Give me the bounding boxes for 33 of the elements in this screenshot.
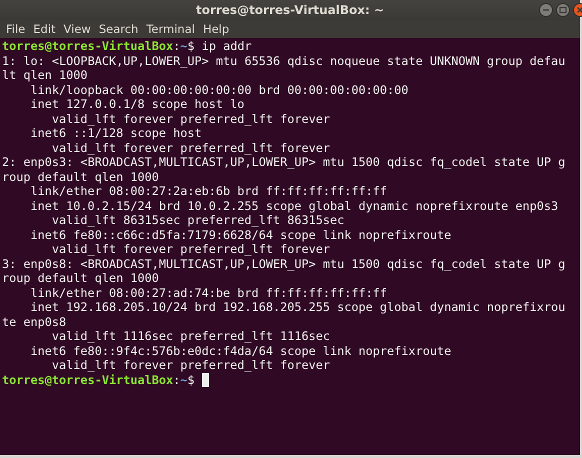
output-line: valid_lft 86315sec preferred_lft 86315sec	[50, 213, 344, 228]
output-line: te enp0s8	[2, 314, 66, 329]
menu-item[interactable]: Search	[94, 22, 142, 36]
output-line: 3: enp0s8: <BROADCAST,MULTICAST,UP,LOWER_UP> mtu 1500 qdisc fq_codel state UP g	[2, 256, 566, 271]
prompt-line: torres@torres-VirtualBox:~$	[2, 372, 195, 387]
output-line: valid_lft forever preferred_lft forever	[50, 112, 330, 126]
output-line: valid_lft 1116sec preferred_lft 1116sec	[50, 329, 330, 344]
output-line: 2: enp0s3: <BROADCAST,MULTICAST,UP,LOWER_UP> mtu 1500 qdisc fq_codel state UP g	[2, 155, 566, 170]
output-line: link/loopback 00:00:00:00:00:00 brd 00:00:00:00:00:00	[30, 82, 408, 97]
output-line: lt qlen 1000	[2, 68, 88, 82]
output-line: inet6 ::1/128 scope host	[30, 126, 202, 140]
minimize-icon[interactable]	[539, 3, 553, 17]
output-line: valid_lft forever preferred_lft forever	[50, 242, 330, 256]
output-line: valid_lft forever preferred_lft forever	[50, 140, 330, 155]
prompt-line: torres@torres-VirtualBox:~$ ip addr	[2, 39, 252, 54]
menu-item[interactable]: File	[2, 22, 30, 36]
output-line: link/ether 08:00:27:ad:74:be brd ff:ff:ff:ff:ff:ff	[30, 286, 388, 300]
output-line: link/ether 08:00:27:2a:eb:6b brd ff:ff:ff:ff:ff:ff	[30, 184, 388, 198]
output-line: inet6 fe80::9f4c:576b:e0dc:f4da/64 scope link noprefixroute	[30, 344, 452, 358]
menu-item[interactable]: Edit	[29, 22, 60, 36]
output-line: inet 10.0.2.15/24 brd 10.0.2.255 scope global dynamic noprefixroute enp0s3	[30, 198, 558, 213]
output-line: inet 127.0.0.1/8 scope host lo	[30, 97, 244, 112]
output-line: 1: lo: <LOOPBACK,UP,LOWER_UP> mtu 65536 qdisc noqueue state UNKNOWN group defau	[2, 54, 566, 68]
output-line: inet 192.168.205.10/24 brd 192.168.205.255 scope global dynamic noprefixrou	[30, 300, 566, 314]
window-title: torres@torres-VirtualBox: ~	[196, 3, 384, 17]
menu-item[interactable]: Help	[198, 22, 234, 36]
output-line: valid_lft forever preferred_lft forever	[50, 358, 330, 372]
menu-item[interactable]: Terminal	[142, 22, 199, 36]
output-line: inet6 fe80::c66c:d5fa:7179:6628/64 scope link noprefixroute	[30, 228, 452, 242]
maximize-icon[interactable]	[556, 3, 570, 17]
output-line: roup default qlen 1000	[2, 271, 159, 286]
menu-item[interactable]: View	[60, 22, 95, 36]
output-line: roup default qlen 1000	[2, 170, 159, 184]
